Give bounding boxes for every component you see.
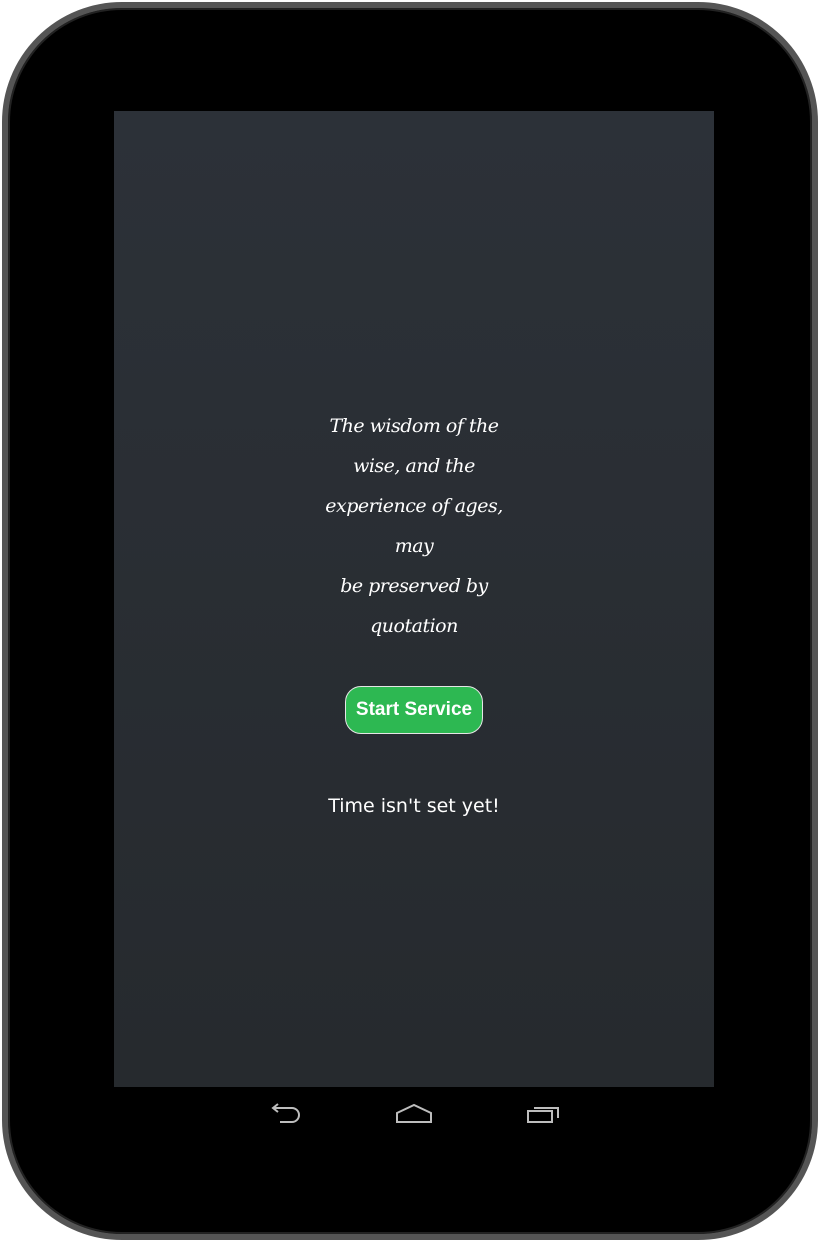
home-button[interactable] [384,1095,444,1131]
back-button[interactable] [256,1095,316,1131]
quote-text: The wisdom of the wise, and the experien… [314,406,514,646]
recents-button[interactable] [513,1095,573,1131]
quote-line: be preserved by [340,575,488,597]
quote-line: wise, and the [353,455,475,477]
navigation-bar [114,1087,714,1139]
quote-line: The wisdom of the [329,415,499,437]
status-text: Time isn't set yet! [328,795,500,817]
app-screen: The wisdom of the wise, and the experien… [114,111,714,1087]
quote-line: quotation [370,615,458,637]
recents-icon [527,1107,559,1123]
start-service-button[interactable]: Start Service [345,686,483,734]
back-icon [271,1103,300,1123]
quote-line: experience of ages, may [325,495,503,557]
home-icon [396,1103,432,1123]
